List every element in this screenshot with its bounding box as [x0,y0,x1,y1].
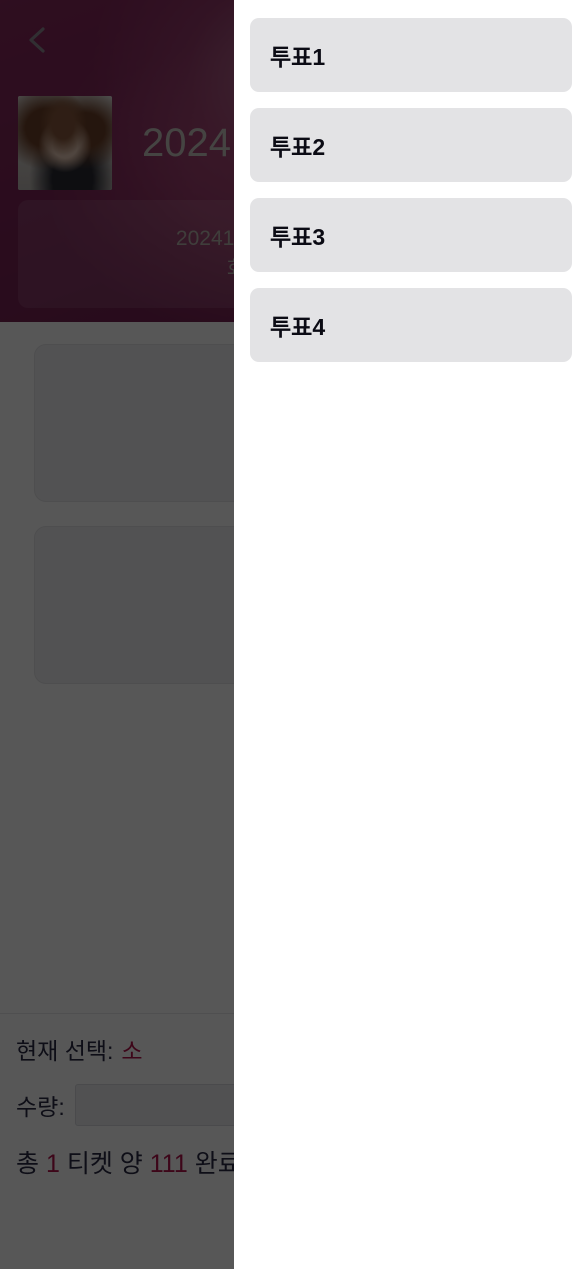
app-root: 202412273384 202412273384 회차 대 홀 현재 선택: … [0,0,588,1269]
drawer-item-vote4[interactable]: 투표4 [250,288,572,362]
drawer-item-vote3[interactable]: 투표3 [250,198,572,272]
vote-drawer: 투표1 투표2 투표3 투표4 [234,0,588,1269]
drawer-item-vote1[interactable]: 투표1 [250,18,572,92]
drawer-item-vote2[interactable]: 투표2 [250,108,572,182]
